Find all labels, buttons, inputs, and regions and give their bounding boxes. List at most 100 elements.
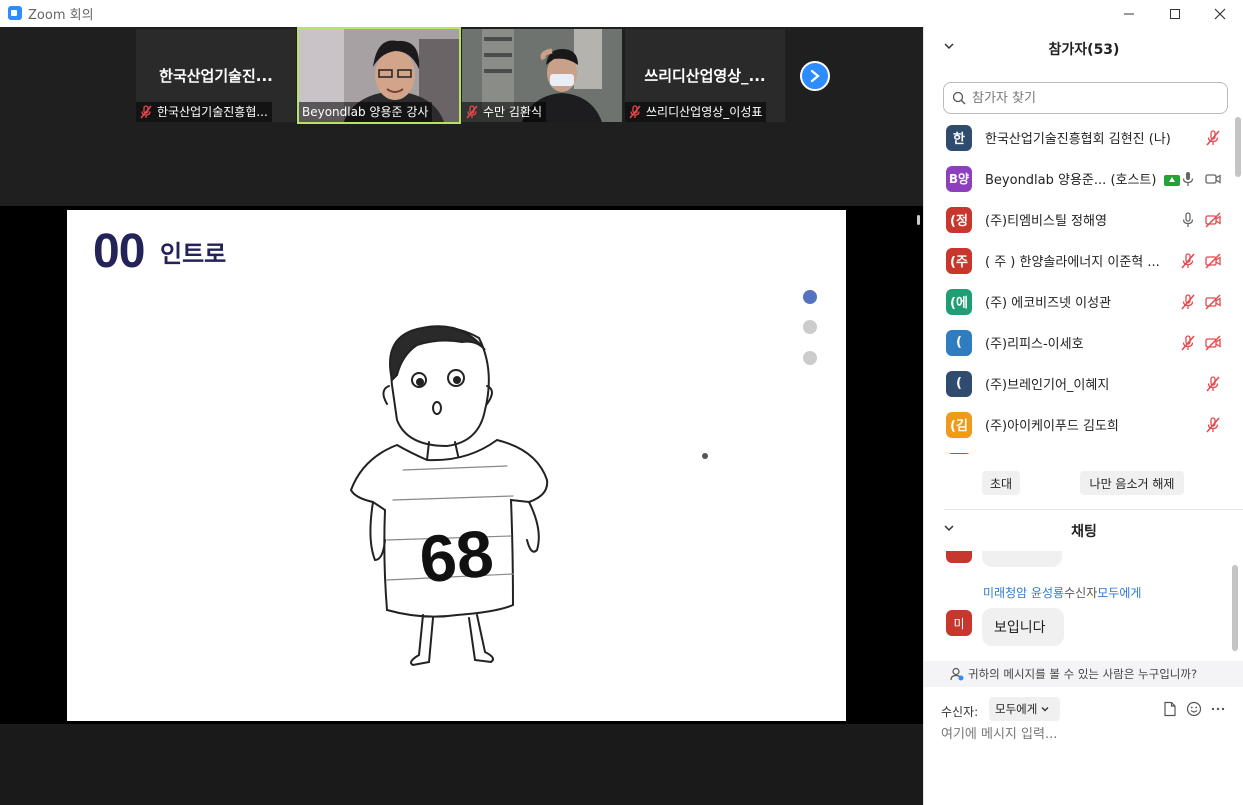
video-caption: Beyondlab 양용준 강사 (299, 102, 433, 122)
chat-visibility-text: 귀하의 메시지를 볼 수 있는 사람은 누구입니까? (968, 667, 1198, 681)
avatar (946, 551, 972, 563)
participants-header: 참가자(53) (924, 27, 1243, 71)
mic-muted-icon[interactable] (1204, 416, 1222, 434)
participant-name: Beyondlab 양용준... (호스트) (985, 169, 1180, 188)
chevron-down-icon[interactable] (944, 523, 954, 533)
maximize-button[interactable] (1152, 0, 1198, 27)
mic-icon[interactable] (1179, 170, 1197, 188)
participant-name: (주)브레인기어_이혜지 (985, 378, 1110, 393)
video-caption: 수만 김환식 (462, 102, 547, 122)
avatar: (정 (946, 206, 972, 233)
recipient-dropdown[interactable]: 모두에게 (989, 697, 1060, 721)
avatar (946, 452, 972, 454)
side-panel: 참가자(53) 한 한국산업기술진흥협회 김현진 (나) B양 Beyondla… (923, 27, 1243, 805)
window-title: Zoom 회의 (28, 8, 94, 23)
mic-muted-icon[interactable] (1179, 252, 1197, 270)
shared-screen: 00 인트로 68 (0, 206, 923, 724)
mic-muted-icon[interactable] (1179, 334, 1197, 352)
shirt-number: 68 (416, 515, 497, 596)
avatar: B양 (946, 165, 972, 192)
chat-bubble: 보입니다 (982, 608, 1064, 646)
participant-name: (주)티엠비스틸 정해영 (985, 214, 1107, 229)
mic-icon[interactable] (1179, 211, 1197, 229)
scrollbar-thumb[interactable] (1235, 117, 1241, 177)
person-icon (950, 667, 964, 681)
video-off-icon[interactable] (1204, 293, 1222, 311)
participant-display-name: 쓰리디산업영상_... (644, 67, 766, 85)
close-button[interactable] (1197, 0, 1243, 27)
participant-search[interactable] (943, 82, 1228, 114)
mic-muted-icon (466, 105, 478, 119)
participant-name: (주) 에코비즈넷 이성관 (985, 296, 1112, 311)
maximize-icon (1170, 8, 1180, 19)
mic-muted-icon[interactable] (1179, 293, 1197, 311)
video-off-icon[interactable] (1204, 252, 1222, 270)
video-strip: 한국산업기술진... 한국산업기술진흥협... Beyondlab 양용준 강사 (0, 27, 923, 206)
participant-row[interactable]: ( (주)리피스-이세호 (924, 322, 1234, 363)
avatar: (주 (946, 247, 972, 274)
participant-row[interactable]: 한 한국산업기술진흥협회 김현진 (나) (924, 117, 1234, 158)
participant-scrollbar[interactable] (1235, 117, 1241, 454)
avatar: 한 (946, 124, 972, 151)
mic-muted-icon (140, 105, 152, 119)
title-bar: Zoom 회의 (0, 0, 1243, 27)
participant-row[interactable]: (정 (주)티엠비스틸 정해영 (924, 199, 1234, 240)
video-tile[interactable]: 쓰리디산업영상_... 쓰리디산업영상_이성표 (625, 29, 785, 122)
scrollbar-thumb[interactable] (1232, 565, 1238, 651)
meeting-area: 한국산업기술진... 한국산업기술진흥협... Beyondlab 양용준 강사 (0, 27, 923, 805)
search-icon (952, 91, 966, 105)
participant-row[interactable] (924, 445, 1234, 454)
chat-header: 채팅 (924, 509, 1243, 553)
boy-illustration-icon: 68 (349, 325, 708, 667)
minimize-button[interactable] (1106, 0, 1152, 27)
avatar: 미 (946, 610, 972, 636)
video-camera-icon[interactable] (1204, 170, 1222, 188)
search-input[interactable] (972, 90, 1212, 106)
video-caption-text: 쓰리디산업영상_이성표 (646, 105, 763, 119)
participant-row[interactable]: ( (주)브레인기어_이혜지 (924, 363, 1234, 404)
participant-list: 한 한국산업기술진흥협회 김현진 (나) B양 Beyondlab 양용준...… (924, 117, 1234, 454)
avatar: (에 (946, 288, 972, 315)
participant-name: (주)리피스-이세호 (985, 337, 1084, 352)
emoji-icon[interactable] (1186, 701, 1202, 717)
next-videos-button[interactable] (800, 61, 830, 91)
video-tile[interactable]: 수만 김환식 (462, 29, 622, 122)
participant-row[interactable]: (김 (주)아이케이푸드 김도희 (924, 404, 1234, 445)
chat-visibility-notice[interactable]: 귀하의 메시지를 볼 수 있는 사람은 누구입니까? (924, 661, 1243, 687)
video-tile[interactable]: 한국산업기술진... 한국산업기술진흥협... (136, 29, 296, 122)
chevron-down-icon[interactable] (944, 41, 954, 51)
chevron-right-icon (810, 69, 820, 83)
participant-display-name: 한국산업기술진... (159, 67, 273, 85)
video-caption-text: 한국산업기술진흥협... (157, 105, 268, 119)
participants-title: 참가자(53) (1048, 42, 1120, 58)
share-scroll-indicator (917, 215, 920, 225)
chat-to-label: 수신자 (1064, 586, 1098, 600)
invite-button[interactable]: 초대 (982, 471, 1020, 495)
chat-sender-line: 미래청암 윤성룡수신자모두에게 (983, 584, 1141, 601)
presentation-slide: 00 인트로 68 (67, 210, 846, 721)
mic-muted-icon[interactable] (1204, 375, 1222, 393)
host-label: (호스트) (1110, 173, 1157, 188)
mic-muted-icon (629, 105, 641, 119)
file-icon[interactable] (1162, 701, 1178, 717)
avatar: ( (946, 370, 972, 397)
minimize-icon (1124, 13, 1134, 14)
chat-scrollbar[interactable] (1232, 555, 1238, 661)
video-caption-text: Beyondlab 양용준 강사 (302, 105, 429, 119)
participant-name-text: Beyondlab 양용준... (985, 173, 1107, 188)
unmute-me-button[interactable]: 나만 음소거 해제 (1080, 471, 1184, 495)
chat-recipient: 모두에게 (1097, 586, 1142, 600)
more-icon[interactable] (1210, 701, 1226, 717)
mic-muted-icon[interactable] (1204, 129, 1222, 147)
participant-row[interactable]: (주 ( 주 ) 한양솔라에너지 이준혁 ... (924, 240, 1234, 281)
participant-name: 한국산업기술진흥협회 김현진 (나) (985, 132, 1171, 147)
chat-bubble (982, 551, 1062, 567)
participant-row[interactable]: (에 (주) 에코비즈넷 이성관 (924, 281, 1234, 322)
video-caption: 한국산업기술진흥협... (136, 102, 272, 122)
chat-message-input[interactable] (941, 727, 1231, 742)
video-off-icon[interactable] (1204, 334, 1222, 352)
participant-row[interactable]: B양 Beyondlab 양용준... (호스트) (924, 158, 1234, 199)
video-off-icon[interactable] (1204, 211, 1222, 229)
video-tile-active-speaker[interactable]: Beyondlab 양용준 강사 (297, 27, 461, 124)
chat-sender: 미래청암 윤성룡 (983, 586, 1065, 600)
